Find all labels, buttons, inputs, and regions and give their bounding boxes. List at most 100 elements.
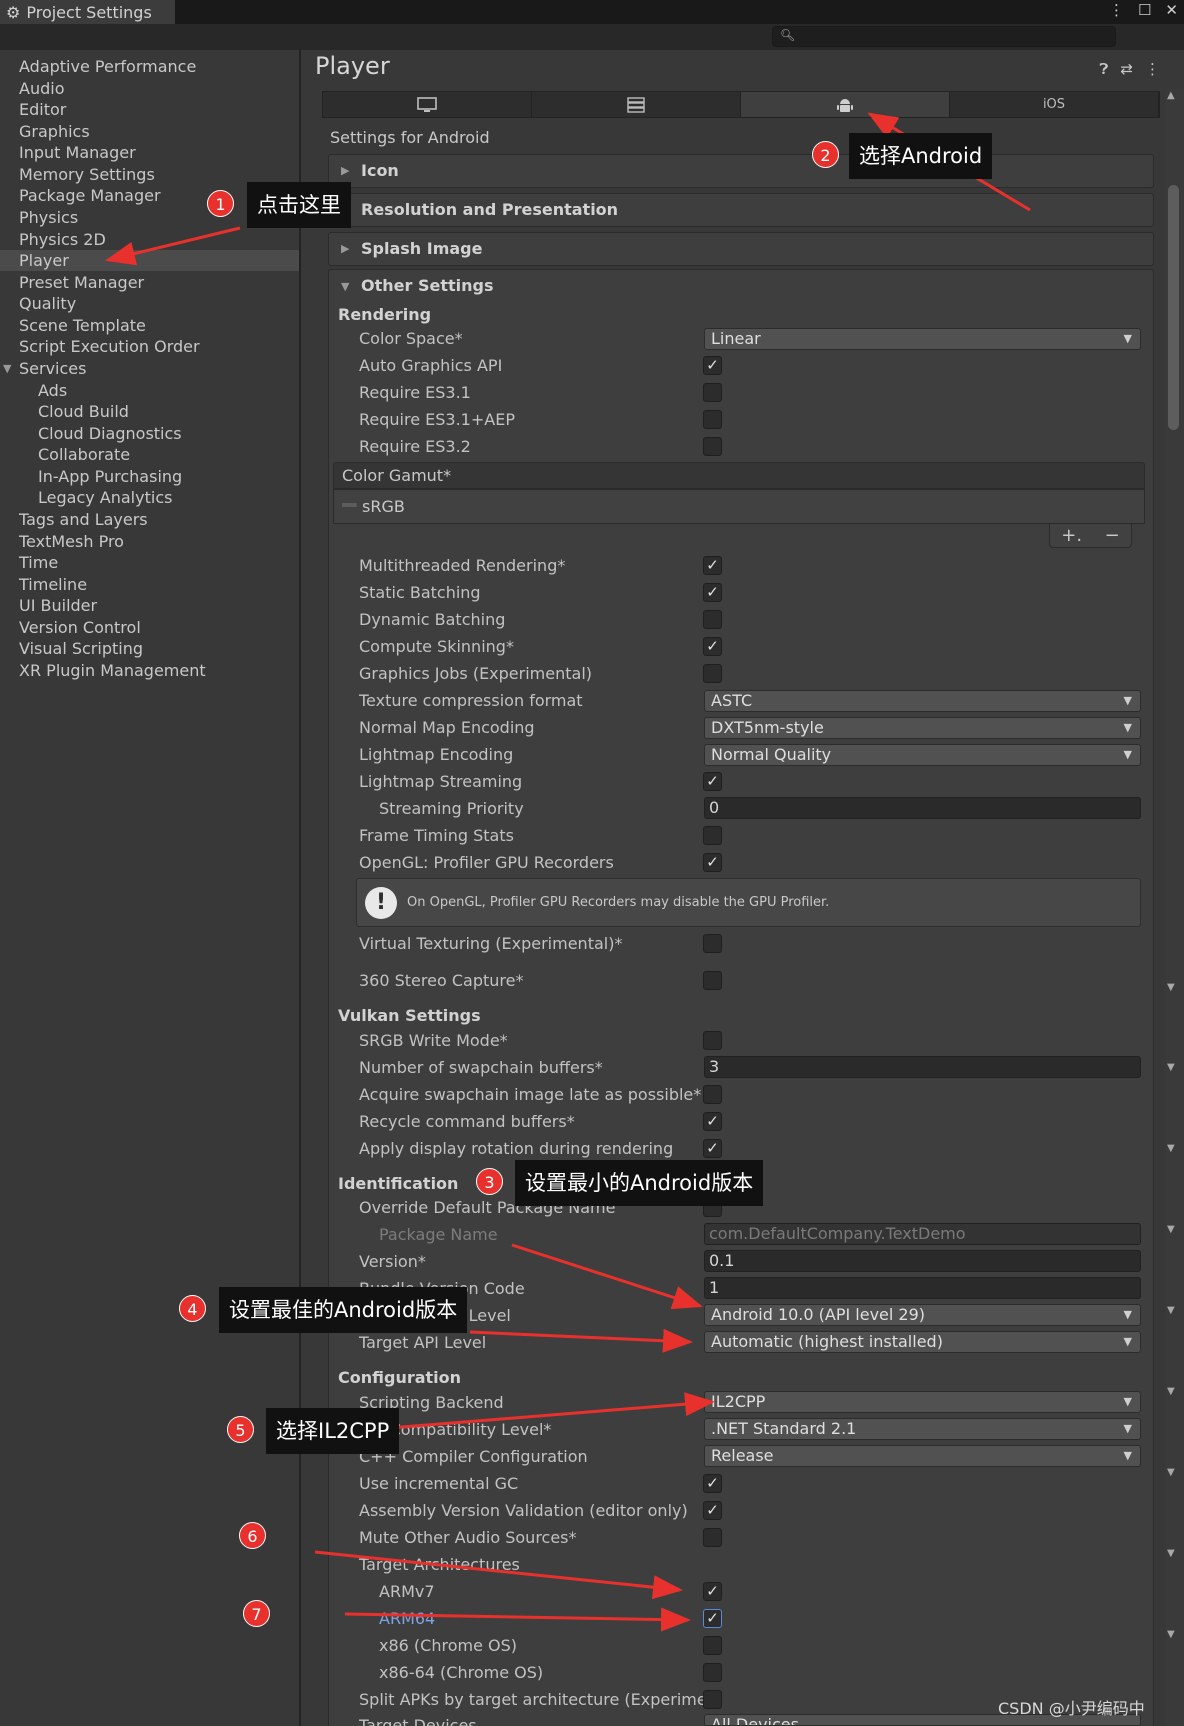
sidebar-item-script-execution-order[interactable]: Script Execution Order	[0, 336, 299, 357]
api-compat-dropdown[interactable]: .NET Standard 2.1 ▼	[704, 1418, 1141, 1440]
foldout-title[interactable]: Other Settings	[361, 276, 493, 295]
sidebar-item-version-control[interactable]: Version Control	[0, 617, 299, 638]
cpp-config-dropdown[interactable]: Release ▼	[704, 1445, 1141, 1467]
x86-checkbox[interactable]	[703, 1636, 722, 1655]
frame-timing-checkbox[interactable]	[703, 826, 722, 845]
sidebar-item-in-app-purchasing[interactable]: In-App Purchasing	[0, 466, 299, 487]
sidebar-item-visual-scripting[interactable]: Visual Scripting	[0, 638, 299, 659]
sidebar-item-timeline[interactable]: Timeline	[0, 574, 299, 595]
drag-handle-icon[interactable]: ══	[342, 498, 356, 512]
sidebar-item-physics-2d[interactable]: Physics 2D	[0, 229, 299, 250]
target-api-dropdown[interactable]: Automatic (highest installed) ▼	[704, 1331, 1141, 1353]
normal-map-dropdown[interactable]: DXT5nm-style ▼	[704, 717, 1141, 739]
opengl-profiler-checkbox[interactable]: ✓	[703, 853, 722, 872]
scripting-backend-dropdown[interactable]: IL2CPP ▼	[704, 1391, 1141, 1413]
streaming-priority-field[interactable]: 0	[704, 797, 1141, 819]
sidebar-item-player[interactable]: Player	[0, 250, 299, 271]
version-field[interactable]: 0.1	[704, 1250, 1141, 1272]
arm64-checkbox[interactable]: ✓	[703, 1609, 722, 1628]
tab-ios[interactable]: iOS	[950, 92, 1159, 117]
sidebar-item-cloud-build[interactable]: Cloud Build	[0, 401, 299, 422]
scroll-down-icon[interactable]: ▼	[1167, 1062, 1175, 1073]
search-input[interactable]: 🔍︎	[772, 26, 1116, 47]
display-rotation-checkbox[interactable]: ✓	[703, 1139, 722, 1158]
x86-64-checkbox[interactable]	[703, 1663, 722, 1682]
tab-webgl[interactable]	[532, 92, 741, 117]
sidebar-item-scene-template[interactable]: Scene Template	[0, 315, 299, 336]
sidebar-item-adaptive-performance[interactable]: Adaptive Performance	[0, 56, 299, 77]
stereo-capture-checkbox[interactable]	[703, 971, 722, 990]
virtual-texturing-checkbox[interactable]	[703, 934, 722, 953]
require-es32-checkbox[interactable]	[703, 437, 722, 456]
scroll-down-icon[interactable]: ▼	[1167, 1629, 1175, 1640]
static-batching-checkbox[interactable]: ✓	[703, 583, 722, 602]
package-name-field[interactable]: com.DefaultCompany.TextDemo	[704, 1223, 1141, 1245]
scroll-down-icon[interactable]: ▼	[1167, 982, 1175, 993]
dynamic-batching-checkbox[interactable]	[703, 610, 722, 629]
sidebar-item-tags-and-layers[interactable]: Tags and Layers	[0, 509, 299, 530]
scroll-down-icon[interactable]: ▼	[1167, 1386, 1175, 1397]
srgb-write-checkbox[interactable]	[703, 1031, 722, 1050]
scroll-down-icon[interactable]: ▼	[1167, 1305, 1175, 1316]
swapchain-buffers-field[interactable]: 3	[704, 1056, 1141, 1078]
armv7-checkbox[interactable]: ✓	[703, 1582, 722, 1601]
recycle-buffers-checkbox[interactable]: ✓	[703, 1112, 722, 1131]
color-gamut-item[interactable]: sRGB	[362, 497, 405, 516]
sidebar-item-textmesh-pro[interactable]: TextMesh Pro	[0, 531, 299, 552]
foldout-icon[interactable]: ▶ Icon	[328, 154, 1154, 188]
assembly-validation-checkbox[interactable]: ✓	[703, 1501, 722, 1520]
sidebar-item-preset-manager[interactable]: Preset Manager	[0, 272, 299, 293]
require-es31-checkbox[interactable]	[703, 383, 722, 402]
texture-compression-dropdown[interactable]: ASTC ▼	[704, 690, 1141, 712]
foldout-splash[interactable]: ▶ Splash Image	[328, 232, 1154, 266]
dropdown-caret-icon: ▼	[1123, 694, 1132, 707]
sidebar-item-legacy-analytics[interactable]: Legacy Analytics	[0, 487, 299, 508]
min-api-dropdown[interactable]: Android 10.0 (API level 29) ▼	[704, 1304, 1141, 1326]
preset-icon[interactable]: ⇄	[1120, 60, 1133, 78]
project-settings-tab[interactable]: ⚙ Project Settings	[0, 0, 175, 24]
lightmap-streaming-checkbox[interactable]: ✓	[703, 772, 722, 791]
expanded-arrow-icon[interactable]: ▼	[341, 280, 349, 293]
bundle-code-field[interactable]: 1	[704, 1277, 1141, 1299]
sidebar-item-cloud-diagnostics[interactable]: Cloud Diagnostics	[0, 423, 299, 444]
close-icon[interactable]: ✕	[1165, 1, 1178, 19]
incremental-gc-checkbox[interactable]: ✓	[703, 1474, 722, 1493]
lightmap-encoding-dropdown[interactable]: Normal Quality ▼	[704, 744, 1141, 766]
foldout-resolution[interactable]: ▶ Resolution and Presentation	[328, 193, 1154, 227]
compute-skinning-checkbox[interactable]: ✓	[703, 637, 722, 656]
scroll-up-icon[interactable]: ▲	[1167, 90, 1175, 101]
sidebar-item-collaborate[interactable]: Collaborate	[0, 444, 299, 465]
sidebar-item-xr-plugin-management[interactable]: XR Plugin Management	[0, 660, 299, 681]
sidebar-item-ui-builder[interactable]: UI Builder	[0, 595, 299, 616]
remove-icon[interactable]: −	[1105, 525, 1120, 546]
sidebar-item-input-manager[interactable]: Input Manager	[0, 142, 299, 163]
sidebar-item-quality[interactable]: Quality	[0, 293, 299, 314]
multithreaded-checkbox[interactable]: ✓	[703, 556, 722, 575]
help-icon[interactable]: ❓︎	[1099, 60, 1108, 78]
expand-triangle-icon[interactable]: ▼	[3, 358, 11, 379]
more-options-icon[interactable]: ⋮	[1109, 1, 1124, 19]
auto-graphics-api-checkbox[interactable]: ✓	[703, 356, 722, 375]
acquire-late-checkbox[interactable]	[703, 1085, 722, 1104]
scroll-down-icon[interactable]: ▼	[1167, 1467, 1175, 1478]
split-apks-checkbox[interactable]	[703, 1690, 722, 1709]
scroll-down-icon[interactable]: ▼	[1167, 1224, 1175, 1235]
graphics-jobs-checkbox[interactable]	[703, 664, 722, 683]
mute-audio-checkbox[interactable]	[703, 1528, 722, 1547]
add-icon[interactable]: +.	[1061, 525, 1082, 546]
tab-standalone[interactable]	[323, 92, 532, 117]
more-options-icon[interactable]: ⋮	[1145, 60, 1160, 78]
scrollbar-thumb[interactable]	[1168, 185, 1179, 430]
sidebar-item-editor[interactable]: Editor	[0, 99, 299, 120]
sidebar-item-time[interactable]: Time	[0, 552, 299, 573]
sidebar-item-services[interactable]: ▼ Services	[0, 358, 299, 379]
scroll-down-icon[interactable]: ▼	[1167, 1143, 1175, 1154]
sidebar-item-ads[interactable]: Ads	[0, 380, 299, 401]
sidebar-item-audio[interactable]: Audio	[0, 78, 299, 99]
require-es31-aep-checkbox[interactable]	[703, 410, 722, 429]
tab-android[interactable]	[741, 92, 950, 117]
scroll-down-icon[interactable]: ▼	[1167, 1548, 1175, 1559]
sidebar-item-graphics[interactable]: Graphics	[0, 121, 299, 142]
color-space-dropdown[interactable]: Linear ▼	[704, 328, 1141, 350]
maximize-icon[interactable]: ☐	[1138, 1, 1151, 19]
